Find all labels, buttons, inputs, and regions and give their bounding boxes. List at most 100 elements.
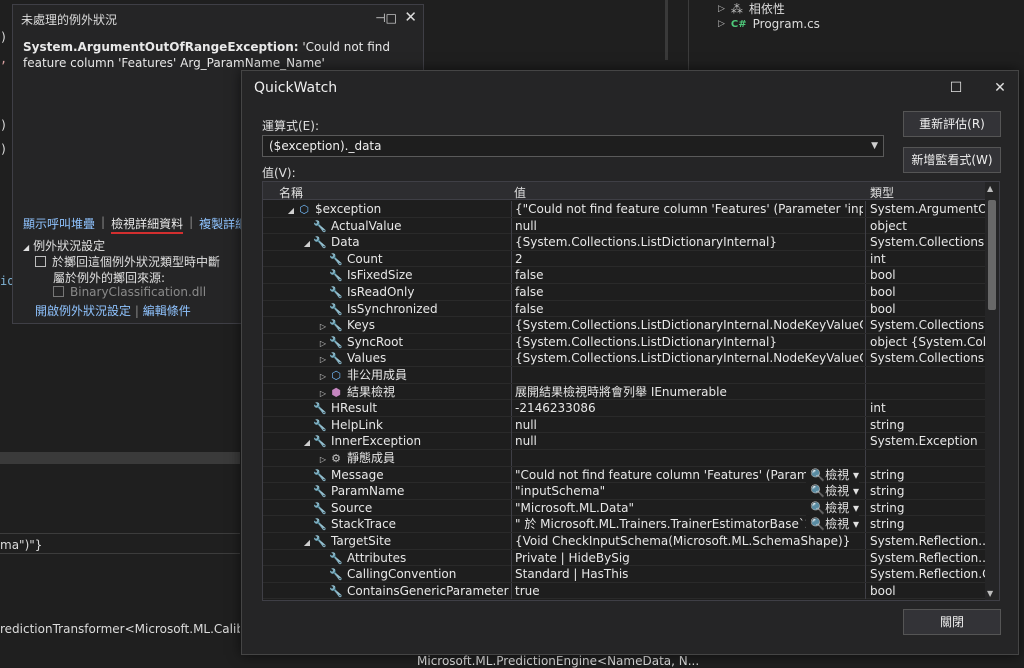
chevron-down-icon[interactable]: ▾ (849, 468, 859, 482)
value-cell[interactable]: {System.Collections.ListDictionaryIntern… (511, 333, 863, 350)
table-row[interactable]: 🔧 IsFixedSize false bool (263, 267, 985, 284)
add-watch-button[interactable]: 新增監看式(W) (903, 147, 1001, 173)
collapse-icon[interactable]: ◢ (285, 203, 297, 217)
horizontal-scrollbar[interactable] (0, 452, 240, 464)
grid-header: 名稱 值 類型 (263, 182, 985, 200)
table-row[interactable]: ▷ 🔧 Values {System.Collections.ListDictiona… (263, 350, 985, 367)
value-cell[interactable] (511, 450, 863, 466)
watch-grid[interactable]: 名稱 值 類型 ◢ ⬡ $exception {"Could not find fea… (262, 181, 1000, 601)
chevron-down-icon[interactable]: ▾ (849, 501, 859, 515)
value-cell[interactable]: {Void CheckInputSchema(Microsoft.ML.Sche… (511, 533, 863, 549)
expand-icon[interactable]: ▷ (317, 336, 329, 350)
view-details-link[interactable]: 檢視詳細資料 (111, 215, 184, 234)
value-cell[interactable]: Standard | HasThis (511, 566, 863, 583)
chevron-down-icon[interactable]: ▾ (849, 484, 859, 498)
chevron-down-icon[interactable]: ▾ (849, 517, 859, 531)
value-cell[interactable]: "Microsoft.ML.Data" 🔍檢視 ▾ (511, 499, 863, 516)
expand-icon[interactable]: ▷ (317, 452, 329, 466)
table-row[interactable]: 🔧 HResult -2146233086 int (263, 400, 985, 417)
value-cell[interactable]: null (511, 433, 863, 450)
inspect-button[interactable]: 🔍檢視 ▾ (806, 466, 859, 483)
pin-icon[interactable]: ⊣□ (375, 11, 397, 25)
table-row[interactable]: 🔧 Attributes Private | HideBySig System.Ref… (263, 549, 985, 567)
table-row[interactable]: 🔧 ContainsGenericParameters true bool (263, 582, 985, 600)
value-cell[interactable]: false (511, 284, 863, 300)
table-row[interactable]: ◢ ⬡ $exception {"Could not find feature col… (263, 201, 985, 218)
table-row[interactable]: ◢ 🔧 TargetSite {Void CheckInputSchema(Micro… (263, 533, 985, 550)
inspect-button[interactable]: 🔍檢視 ▾ (806, 499, 859, 516)
expand-icon[interactable]: ▷ (317, 386, 329, 400)
value-cell[interactable]: "inputSchema" 🔍檢視 ▾ (511, 483, 863, 500)
table-row[interactable]: ▷ 🔧 SyncRoot {System.Collections.ListDictio… (263, 333, 985, 351)
column-header-name[interactable]: 名稱 (279, 184, 303, 201)
splitter[interactable] (665, 0, 668, 60)
table-row[interactable]: 🔧 CallingConvention Standard | HasThis Syst… (263, 566, 985, 583)
value-cell[interactable] (511, 367, 863, 383)
scroll-down-icon[interactable]: ▼ (987, 589, 993, 598)
value-cell[interactable]: true (511, 582, 863, 599)
expression-input[interactable]: ($exception)._data ▼ (262, 135, 884, 157)
close-icon[interactable]: ✕ (404, 8, 417, 26)
table-row[interactable]: 🔧 IsReadOnly false bool (263, 284, 985, 301)
close-dialog-button[interactable]: 關閉 (903, 609, 1001, 635)
break-on-throw-checkbox[interactable]: 於擲回這個例外狀況類型時中斷 (35, 253, 220, 270)
exception-settings-header[interactable]: ◢ 例外狀況設定 (23, 237, 105, 254)
row-value: {System.Collections.ListDictionaryIntern… (515, 235, 778, 250)
value-cell[interactable]: null (511, 416, 863, 433)
collapse-icon[interactable]: ◢ (301, 236, 313, 250)
table-row[interactable]: 🔧 Count 2 int (263, 250, 985, 268)
expand-icon[interactable]: ▷ (317, 352, 329, 366)
expand-icon[interactable]: ▷ (317, 369, 329, 383)
scroll-thumb[interactable] (988, 200, 996, 310)
table-row[interactable]: ◢ 🔧 InnerException null System.Exception (263, 433, 985, 450)
table-row[interactable]: 🔧 Message "Could not find feature column '… (263, 466, 985, 484)
column-header-type[interactable]: 類型 (870, 184, 894, 201)
table-row[interactable]: ▷ ⚙ 靜態成員 (263, 450, 985, 467)
value-cell[interactable]: {"Could not find feature column 'Feature… (511, 201, 863, 217)
value-cell[interactable]: "Could not find feature column 'Features… (511, 466, 863, 483)
chevron-down-icon[interactable]: ▼ (871, 136, 878, 156)
name-cell: 🔧 Count (263, 251, 509, 267)
maximize-button[interactable]: ☐ (938, 75, 974, 101)
row-name: 非公用成員 (347, 368, 408, 382)
inspect-button[interactable]: 🔍檢視 ▾ (806, 516, 859, 533)
collapse-icon[interactable]: ◢ (301, 535, 313, 549)
solution-item[interactable]: ▷ C# Program.cs (718, 17, 820, 31)
vertical-scrollbar[interactable]: ▲ ▼ (985, 182, 999, 600)
value-cell[interactable]: {System.Collections.ListDictionaryIntern… (511, 234, 863, 251)
table-row[interactable]: 🔧 StackTrace " 於 Microsoft.ML.Trainers.Tra… (263, 516, 985, 533)
value-cell[interactable]: 展開結果檢視時將會列舉 IEnumerable (511, 383, 863, 400)
open-exception-settings-link[interactable]: 開啟例外狀況設定 (35, 304, 131, 318)
value-cell[interactable]: false (511, 300, 863, 317)
cube-icon: ⬡ (299, 203, 309, 216)
table-row[interactable]: ▷ ⬢ 結果檢視 展開結果檢視時將會列舉 IEnumerable (263, 383, 985, 401)
close-button[interactable]: ✕ (982, 75, 1018, 101)
value-cell[interactable]: {System.Collections.ListDictionaryIntern… (511, 317, 863, 334)
table-row[interactable]: ▷ ⬡ 非公用成員 (263, 367, 985, 384)
value-cell[interactable]: null (511, 217, 863, 234)
table-row[interactable]: 🔧 Source "Microsoft.ML.Data" 🔍檢視 ▾ string (263, 499, 985, 517)
inspect-button[interactable]: 🔍檢視 ▾ (806, 483, 859, 500)
value-cell[interactable]: -2146233086 (511, 400, 863, 417)
scroll-up-icon[interactable]: ▲ (987, 184, 993, 193)
table-row[interactable]: ◢ 🔧 Data {System.Collections.ListDictionary… (263, 234, 985, 251)
table-row[interactable]: 🔧 ActualValue null object (263, 217, 985, 235)
column-header-value[interactable]: 值 (514, 184, 526, 201)
module-checkbox[interactable]: BinaryClassification.dll (53, 285, 206, 299)
value-cell[interactable]: false (511, 267, 863, 284)
table-row[interactable]: ▷ 🔧 Keys {System.Collections.ListDictionary… (263, 317, 985, 334)
table-row[interactable]: 🔧 ParamName "inputSchema" 🔍檢視 ▾ string (263, 483, 985, 500)
value-cell[interactable]: {System.Collections.ListDictionaryIntern… (511, 350, 863, 367)
expand-icon[interactable]: ▷ (317, 319, 329, 333)
value-cell[interactable]: Private | HideBySig (511, 549, 863, 566)
value-cell[interactable]: 2 (511, 250, 863, 267)
table-row[interactable]: 🔧 IsSynchronized false bool (263, 300, 985, 318)
show-call-stack-link[interactable]: 顯示呼叫堆疊 (23, 215, 95, 234)
reevaluate-button[interactable]: 重新評估(R) (903, 111, 1001, 137)
value-cell[interactable]: " 於 Microsoft.ML.Trainers.TrainerEstimat… (511, 516, 863, 533)
row-value: "Microsoft.ML.Data" (515, 500, 634, 515)
collapse-icon[interactable]: ◢ (301, 435, 313, 449)
table-row[interactable]: 🔧 HelpLink null string (263, 416, 985, 434)
solution-item[interactable]: ▷ ⁂ 相依性 (718, 0, 785, 17)
edit-conditions-link[interactable]: 編輯條件 (143, 304, 191, 318)
